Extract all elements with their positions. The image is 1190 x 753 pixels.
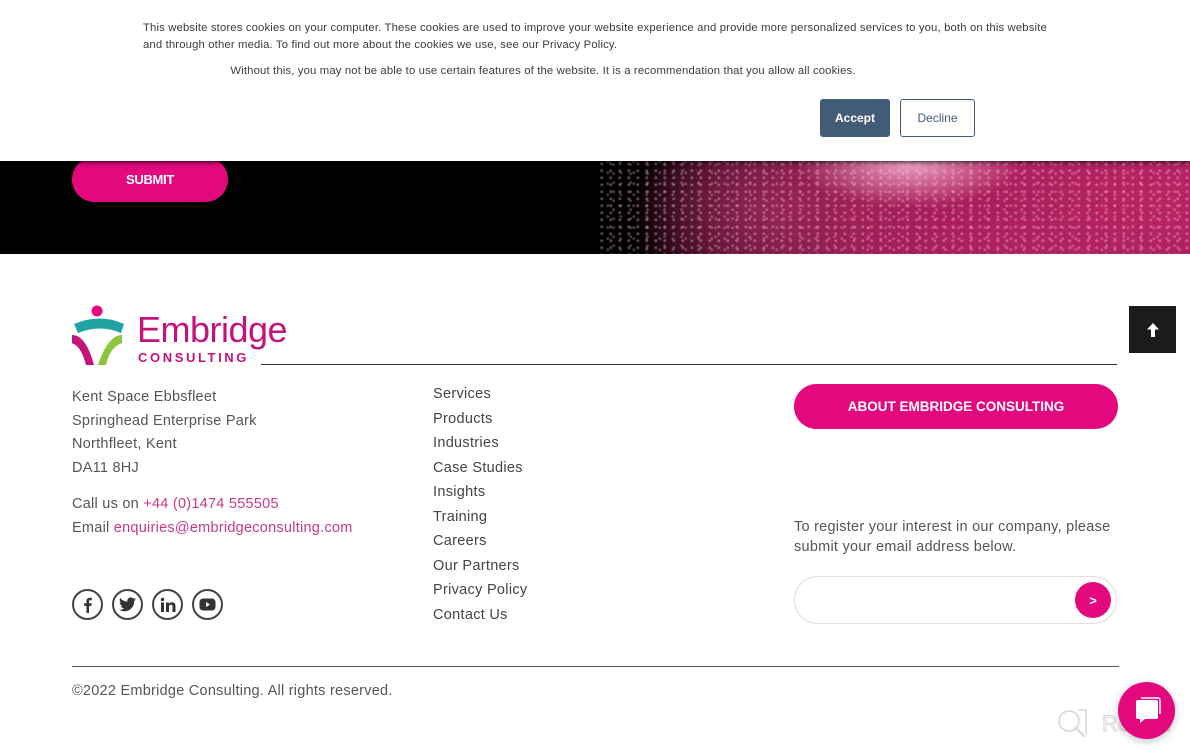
arrow-up-icon: [1146, 322, 1159, 337]
contact-block: Call us on +44 (0)1474 555505 Email enqu…: [72, 493, 353, 540]
embridge-logo[interactable]: Embridge CONSULTING: [72, 305, 292, 367]
phone-row: Call us on +44 (0)1474 555505: [72, 493, 353, 517]
submit-button[interactable]: SUBMIT: [72, 157, 228, 202]
cookie-banner: This website stores cookies on your comp…: [0, 0, 1190, 161]
address-line: DA11 8HJ: [72, 459, 140, 476]
footer-nav-privacy-policy[interactable]: Privacy Policy: [433, 578, 527, 603]
chat-widget-button[interactable]: [1118, 682, 1175, 739]
copyright-text: ©2022 Embridge Consulting. All rights re…: [72, 683, 393, 699]
footer-nav-careers[interactable]: Careers: [433, 529, 527, 554]
social-links: [72, 589, 223, 620]
accept-cookies-button[interactable]: Accept: [820, 99, 890, 137]
phone-label: Call us on: [72, 496, 144, 512]
newsletter-email-input[interactable]: [809, 587, 1069, 613]
about-embridge-button[interactable]: ABOUT EMBRIDGE CONSULTING: [794, 384, 1118, 429]
revain-logo-icon: [1058, 709, 1087, 738]
embridge-logo-icon: [72, 305, 124, 365]
footer-nav-industries[interactable]: Industries: [433, 431, 527, 456]
footer-nav-our-partners[interactable]: Our Partners: [433, 554, 527, 579]
address-line: Springhead Enterprise Park: [72, 412, 257, 429]
twitter-link[interactable]: [112, 589, 143, 620]
footer-nav-products[interactable]: Products: [433, 407, 527, 432]
newsletter-form: >: [794, 576, 1117, 624]
logo-subtitle: CONSULTING: [138, 350, 249, 365]
address-line: Kent Space Ebbsfleet: [72, 389, 217, 405]
footer-nav: Services Products Industries Case Studie…: [433, 382, 527, 627]
youtube-link[interactable]: [192, 589, 223, 620]
chat-bubble-icon: [1135, 696, 1161, 723]
decline-cookies-button[interactable]: Decline: [900, 99, 975, 137]
email-row: Email enquiries@embridgeconsulting.com: [72, 517, 353, 541]
email-link[interactable]: enquiries@embridgeconsulting.com: [114, 520, 353, 536]
newsletter-submit-button[interactable]: >: [1075, 582, 1111, 618]
address-line: Northfleet, Kent: [72, 436, 177, 452]
logo-wordmark: Embridge: [137, 309, 288, 350]
logo-divider: [261, 364, 1117, 365]
linkedin-icon: [160, 597, 175, 612]
twitter-icon: [119, 597, 136, 612]
back-to-top-button[interactable]: [1129, 306, 1176, 353]
footer-divider: [72, 666, 1119, 667]
register-interest-text: To register your interest in our company…: [794, 519, 1111, 555]
cookie-recommendation: Without this, you may not be able to use…: [230, 65, 856, 77]
youtube-icon: [199, 598, 216, 611]
facebook-link[interactable]: [72, 589, 103, 620]
footer-nav-services[interactable]: Services: [433, 382, 527, 407]
footer-nav-insights[interactable]: Insights: [433, 480, 527, 505]
phone-link[interactable]: +44 (0)1474 555505: [143, 496, 279, 512]
facebook-icon: [83, 597, 92, 613]
footer-nav-case-studies[interactable]: Case Studies: [433, 456, 527, 481]
address-block: Kent Space Ebbsfleet Springhead Enterpri…: [72, 386, 257, 480]
email-label: Email: [72, 519, 114, 536]
footer-nav-contact-us[interactable]: Contact Us: [433, 603, 527, 628]
cookie-message: This website stores cookies on your comp…: [143, 22, 1047, 51]
linkedin-link[interactable]: [152, 589, 183, 620]
footer-nav-training[interactable]: Training: [433, 505, 527, 530]
